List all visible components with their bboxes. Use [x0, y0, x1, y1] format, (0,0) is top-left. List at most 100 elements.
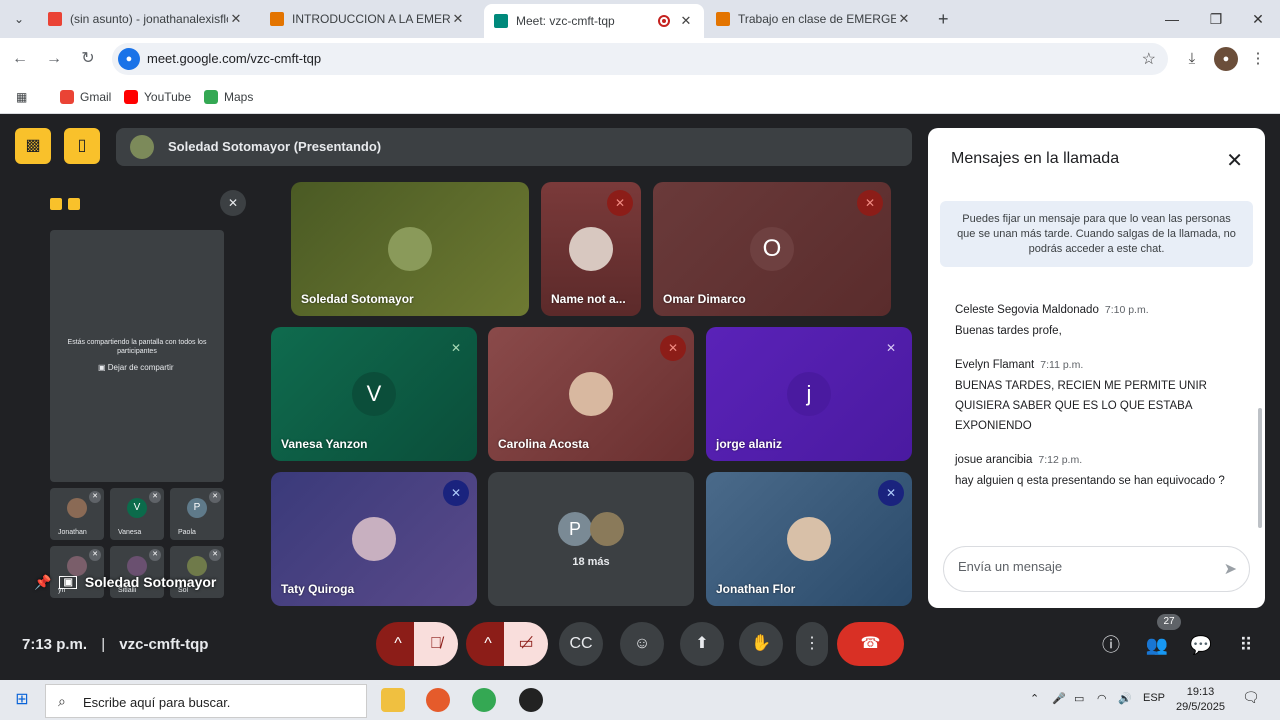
url-text[interactable]: meet.google.com/vzc-cmft-tqp: [147, 51, 321, 66]
tile-jonathan[interactable]: ✕ Jonathan Flor: [706, 472, 912, 606]
close-tab-icon[interactable]: ✕: [678, 13, 694, 29]
tab-meet[interactable]: Meet: vzc-cmft-tqp ✕: [484, 4, 704, 38]
file-explorer-icon[interactable]: [381, 688, 405, 712]
thumb-name: Jonathan: [58, 529, 87, 536]
notifications-icon[interactable]: 🗨: [1242, 689, 1260, 706]
obs-icon[interactable]: [519, 688, 543, 712]
tab-search-button[interactable]: ⌄: [4, 4, 32, 34]
minimize-icon[interactable]: —: [1152, 6, 1192, 32]
chat-scrollbar[interactable]: [1258, 408, 1262, 528]
captions-button[interactable]: CC: [559, 622, 603, 666]
presentation-layout-icon[interactable]: ▯: [64, 128, 100, 164]
windows-start-icon[interactable]: ⊞: [10, 688, 34, 712]
browser-tabstrip: ⌄ (sin asunto) - jonathanalexisflor ✕ IN…: [0, 0, 1280, 38]
participant-thumb[interactable]: V ✕ Vanesa: [110, 488, 164, 540]
restore-icon[interactable]: ❐: [1196, 6, 1236, 32]
info-icon[interactable]: ⓘ: [1098, 632, 1124, 658]
bookmark-label: Maps: [224, 90, 254, 104]
pin-icon[interactable]: 📌: [34, 574, 51, 591]
bookmark-youtube[interactable]: YouTube: [124, 87, 191, 107]
more-participants-label: 18 más: [572, 556, 610, 568]
tile-omar[interactable]: ✕ O Omar Dimarco: [653, 182, 891, 316]
avatar: P: [187, 498, 207, 518]
tile-taty[interactable]: ✕ Taty Quiroga: [271, 472, 477, 606]
close-tab-icon[interactable]: ✕: [450, 11, 466, 27]
people-icon[interactable]: 👥: [1144, 632, 1170, 658]
battery-icon[interactable]: ▭: [1074, 692, 1084, 705]
close-tab-icon[interactable]: ✕: [228, 11, 244, 27]
microphone-icon[interactable]: 🎤: [1052, 692, 1066, 705]
microphone-icon[interactable]: ●: [118, 48, 140, 70]
chat-message: josue arancibia 7:12 p.m. hay alguien q e…: [955, 450, 1245, 491]
avatar: [67, 498, 87, 518]
reactions-button[interactable]: ☺: [620, 622, 664, 666]
activities-icon[interactable]: ⠿: [1233, 632, 1259, 658]
tile-vanesa[interactable]: ✕ V Vanesa Yanzon: [271, 327, 477, 461]
forward-icon[interactable]: →: [42, 47, 66, 71]
bookmarks-bar: ▦ Gmail YouTube Maps: [0, 80, 1280, 114]
message-sender: Evelyn Flamant: [955, 359, 1035, 371]
mic-off-icon: ✕: [885, 341, 897, 355]
chat-icon[interactable]: 💬: [1188, 632, 1214, 658]
stop-sharing-label: Dejar de compartir: [107, 363, 174, 372]
tile-name-not[interactable]: ✕ Name not a...: [541, 182, 641, 316]
profile-avatar[interactable]: ●: [1214, 47, 1238, 71]
bookmark-gmail[interactable]: Gmail: [60, 87, 111, 107]
firefox-icon[interactable]: [426, 688, 450, 712]
new-tab-button[interactable]: +: [928, 4, 956, 34]
taskbar-clock[interactable]: 19:13 29/5/2025: [1176, 685, 1225, 715]
language-indicator[interactable]: ESP: [1143, 692, 1165, 704]
participant-thumb[interactable]: P ✕ Paola: [170, 488, 224, 540]
mic-toggle-button[interactable]: 🎙̸: [414, 622, 458, 666]
chat-notice: Puedes fijar un mensaje para que lo vean…: [940, 201, 1253, 267]
camera-toggle-button[interactable]: ▭̸: [504, 622, 548, 666]
tab-trabajo[interactable]: Trabajo en clase de EMERGENT ✕: [706, 4, 922, 34]
message-body: BUENAS TARDES, RECIEN ME PERMITE UNIR QU…: [955, 380, 1207, 432]
tile-name: Soledad Sotomayor: [301, 292, 414, 306]
tab-intro[interactable]: INTRODUCCION A LA EMERGEN ✕: [260, 4, 476, 34]
show-hidden-icons[interactable]: ⌃: [1030, 692, 1039, 705]
bookmark-star-icon[interactable]: ☆: [1142, 49, 1156, 69]
apps-grid-icon[interactable]: ▦: [16, 87, 27, 107]
chat-input-box[interactable]: ➤: [943, 546, 1250, 592]
mic-off-icon: ✕: [607, 190, 633, 216]
avatar: [388, 227, 432, 271]
back-icon[interactable]: ←: [8, 47, 32, 71]
hand-icon: ✋: [751, 635, 771, 652]
mic-off-icon: ✕: [149, 491, 161, 503]
chat-input[interactable]: [958, 559, 1198, 574]
leave-call-button[interactable]: ☎: [837, 622, 904, 666]
chrome-icon[interactable]: [472, 688, 496, 712]
bookmark-maps[interactable]: Maps: [204, 87, 253, 107]
raise-hand-button[interactable]: ✋: [739, 622, 783, 666]
send-icon[interactable]: ➤: [1224, 559, 1237, 579]
taskbar-search[interactable]: ⌕ Escribe aquí para buscar.: [45, 684, 367, 718]
tile-soledad[interactable]: Soledad Sotomayor: [291, 182, 529, 316]
avatar: [569, 372, 613, 416]
more-options-button[interactable]: ⋮: [796, 622, 828, 666]
message-time: 7:12 p.m.: [1038, 454, 1083, 466]
address-bar[interactable]: ● meet.google.com/vzc-cmft-tqp ☆: [112, 43, 1168, 75]
presentation-mini-icon: [50, 198, 62, 210]
avatar: V: [127, 498, 147, 518]
close-tab-icon[interactable]: ✕: [896, 11, 912, 27]
hang-up-icon: ☎: [860, 635, 881, 652]
tile-more-participants[interactable]: P 18 más: [488, 472, 694, 606]
tab-gmail[interactable]: (sin asunto) - jonathanalexisflor ✕: [38, 4, 254, 34]
present-button[interactable]: ⬆: [680, 622, 724, 666]
stop-presenting-icon[interactable]: ▩: [15, 128, 51, 164]
stop-sharing-button[interactable]: ▣ Dejar de compartir: [98, 363, 174, 372]
reload-icon[interactable]: ↻: [76, 47, 100, 71]
download-icon[interactable]: ⤓: [1180, 47, 1204, 71]
tile-carolina[interactable]: ✕ Carolina Acosta: [488, 327, 694, 461]
screen-icon: ▣: [59, 575, 77, 589]
wifi-icon[interactable]: ◠: [1097, 692, 1107, 705]
menu-dots-icon[interactable]: ⋮: [1246, 47, 1270, 71]
avatar: [787, 517, 831, 561]
close-icon[interactable]: ✕: [1226, 148, 1243, 173]
participant-thumb[interactable]: ✕ Jonathan: [50, 488, 104, 540]
tile-jorge[interactable]: ✕ j jorge alaniz: [706, 327, 912, 461]
close-window-icon[interactable]: ✕: [1238, 6, 1278, 32]
volume-icon[interactable]: 🔊: [1118, 692, 1132, 705]
classroom-icon: [270, 12, 284, 26]
